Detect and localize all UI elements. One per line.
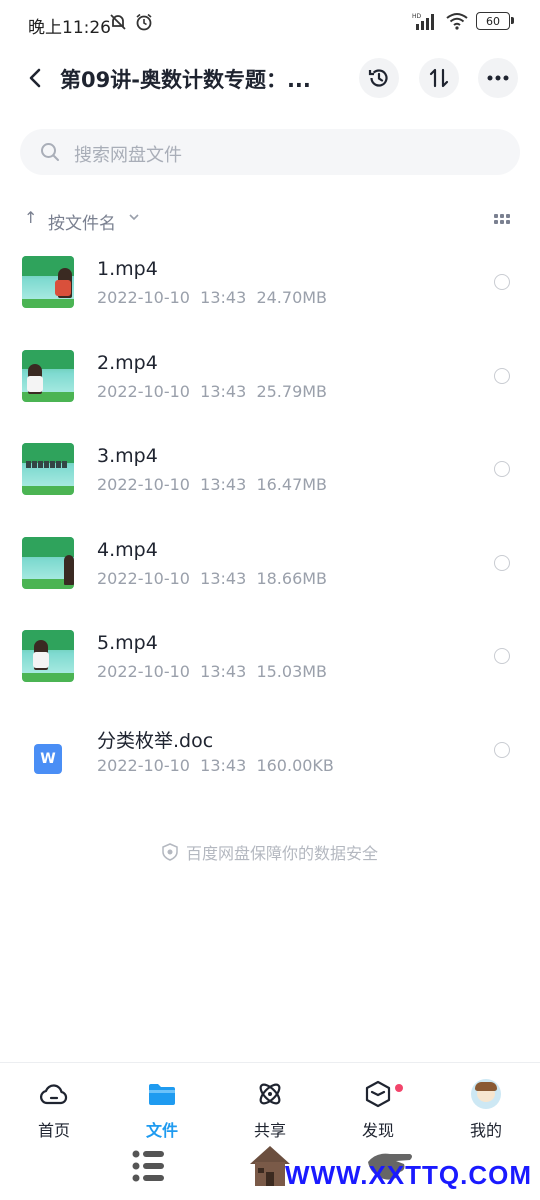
file-meta: 2022-10-10 13:43 25.79MB [97,381,328,401]
search-placeholder: 搜索网盘文件 [74,145,182,166]
file-row[interactable]: 3.mp4 2022-10-10 13:43 16.47MB [0,429,540,523]
file-meta: 2022-10-10 13:43 18.66MB [97,568,328,588]
cube-discover-icon [365,1080,391,1108]
tab-label: 首页 [37,1121,70,1140]
video-thumbnail [22,349,74,402]
shield-icon [162,843,178,861]
bottom-tab-bar: 首页 文件 共享 发现 我的 [0,1062,540,1143]
sort-bar: ↑ 按文件名 [24,206,520,234]
file-name: 2.mp4 [97,351,158,374]
file-row[interactable]: 2.mp4 2022-10-10 13:43 25.79MB [0,336,540,430]
page-title: 第09讲-奥数计数专题：... [60,68,311,92]
search-icon [41,143,59,161]
signal-icon: HD [412,13,434,30]
tab-files[interactable]: 文件 [122,1077,202,1141]
notification-dot [395,1084,403,1092]
file-name: 4.mp4 [97,538,158,561]
video-thumbnail [22,630,74,683]
tab-profile[interactable]: 我的 [446,1077,526,1141]
video-thumbnail [22,536,74,589]
sort-label[interactable]: 按文件名 [48,209,116,234]
tab-label: 我的 [469,1121,502,1140]
watermark-text: WWW.XXTTQ.COM [285,1160,532,1190]
avatar-icon [471,1079,501,1109]
menu-list-icon[interactable] [132,1148,166,1184]
tab-home[interactable]: 首页 [14,1077,94,1141]
system-nav-bar: WWW.XXTTQ.COM [0,1142,540,1200]
more-button[interactable] [478,58,518,98]
history-button[interactable] [359,58,399,98]
select-checkbox[interactable] [494,274,510,290]
select-checkbox[interactable] [494,461,510,478]
video-thumbnail [22,256,74,308]
atom-share-icon [259,1083,281,1105]
status-time: 晚上11:26 [28,18,111,38]
back-button[interactable] [20,62,52,94]
video-thumbnail [22,443,74,496]
file-meta: 2022-10-10 13:43 24.70MB [97,288,328,307]
select-checkbox[interactable] [494,741,510,758]
file-meta: 2022-10-10 13:43 160.00KB [97,755,334,775]
tab-discover[interactable]: 发现 [338,1077,418,1141]
file-row[interactable]: 4.mp4 2022-10-10 13:43 18.66MB [0,523,540,617]
tab-label: 发现 [361,1121,394,1140]
file-name: 5.mp4 [97,632,158,655]
folder-icon [149,1084,175,1105]
status-bar: 晚上11:26 HD 60 [0,0,540,48]
top-app-bar: 第09讲-奥数计数专题：... [0,52,540,104]
select-checkbox[interactable] [494,648,510,665]
battery-indicator: 60 [476,12,514,30]
file-name: 分类枚举.doc [97,729,214,752]
transfer-button[interactable] [419,58,459,98]
word-doc-icon: W [34,743,62,774]
file-list: 1.mp4 2022-10-10 13:43 24.70MB 2.mp4 202… [0,242,540,804]
select-checkbox[interactable] [494,367,510,384]
file-row[interactable]: W 分类枚举.doc 2022-10-10 13:43 160.00KB [0,710,540,804]
file-row[interactable]: 5.mp4 2022-10-10 13:43 15.03MB [0,616,540,710]
file-name: 3.mp4 [97,445,158,468]
security-note: 百度网盘保障你的数据安全 [0,840,540,865]
search-input[interactable]: 搜索网盘文件 [20,129,520,175]
file-meta: 2022-10-10 13:43 16.47MB [97,475,328,495]
tab-label: 共享 [253,1121,286,1140]
alarm-icon [136,13,152,31]
sort-arrow-icon[interactable]: ↑ [24,208,37,227]
cloud-home-icon [40,1084,68,1105]
wifi-icon [446,13,468,30]
chevron-down-icon[interactable] [128,211,140,223]
grid-view-icon[interactable] [494,214,510,224]
file-meta: 2022-10-10 13:43 15.03MB [97,662,328,682]
select-checkbox[interactable] [494,554,510,571]
file-row[interactable]: 1.mp4 2022-10-10 13:43 24.70MB [0,242,540,336]
tab-share[interactable]: 共享 [230,1077,310,1141]
transfer-arrows-icon [429,68,449,88]
tab-label: 文件 [145,1121,178,1140]
mute-bell-icon [110,14,126,30]
svg-text:HD: HD [412,13,422,20]
file-name: 1.mp4 [97,258,158,280]
security-note-text: 百度网盘保障你的数据安全 [185,844,378,863]
history-icon [368,69,388,87]
chevron-left-icon [29,68,41,88]
more-dots-icon [487,75,509,81]
